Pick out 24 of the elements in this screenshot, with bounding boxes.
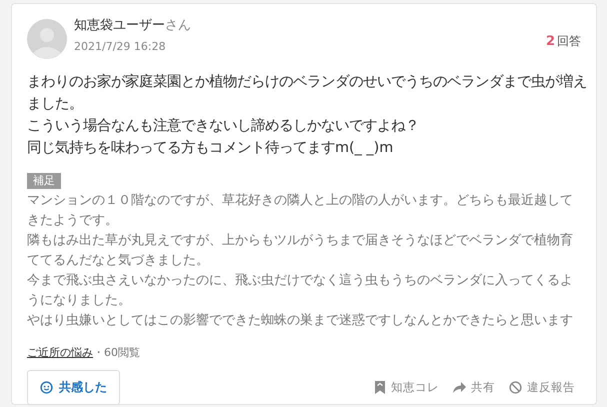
supplement-text: 隣もはみ出た草が丸見えですが、上からもツルがうちまで届きそうなほどでベランダで植物育ててるんだなと気づきました。 — [27, 232, 574, 270]
answer-label: 回答 — [557, 34, 581, 48]
category-link[interactable]: ご近所の悩み — [27, 346, 93, 359]
question-text: こういう場合なんも注意できないし諦めるしかないですよね？ — [27, 117, 420, 136]
supplement-tag: 補足 — [27, 173, 61, 189]
empathy-button[interactable]: 共感した — [27, 370, 120, 405]
bookmark-link[interactable]: 知恵コレ — [374, 380, 439, 395]
user-name[interactable]: 知恵袋ユーザー — [74, 18, 165, 33]
avatar-icon — [27, 19, 67, 59]
question-text: まわりのお家が家庭菜園とか植物だらけのベランダのせいでうちのベランダまで虫が増えました。 — [27, 72, 587, 114]
bookmark-icon — [374, 381, 386, 394]
supplement-text: やはり虫嫌いとしてはこの影響でできた蜘蛛の巣まで迷惑ですしなんとかできたらと思います — [27, 312, 574, 330]
smiley-icon — [40, 381, 53, 394]
question-text: 同じ気持ちを味わってる方もコメント待ってますm(_ _)m — [27, 138, 394, 158]
share-link[interactable]: 共有 — [453, 380, 495, 395]
view-count: ・60閲覧 — [93, 346, 140, 359]
report-link[interactable]: 違反報告 — [509, 380, 575, 395]
post-date: 2021/7/29 16:28 — [74, 40, 167, 53]
prohibited-icon — [509, 381, 522, 394]
supplement-text: 今まで飛ぶ虫さえいなかったのに、飛ぶ虫だけでなく這う虫もうちのベランダに入ってくるようになりました。 — [27, 272, 574, 310]
share-icon — [453, 382, 466, 393]
honorific: さん — [165, 18, 191, 33]
answer-count: 2 — [546, 34, 555, 49]
supplement-text: マンションの１０階なのですが、草花好きの隣人と上の階の人がいます。どちらも最近越してきたようです。 — [27, 192, 574, 230]
